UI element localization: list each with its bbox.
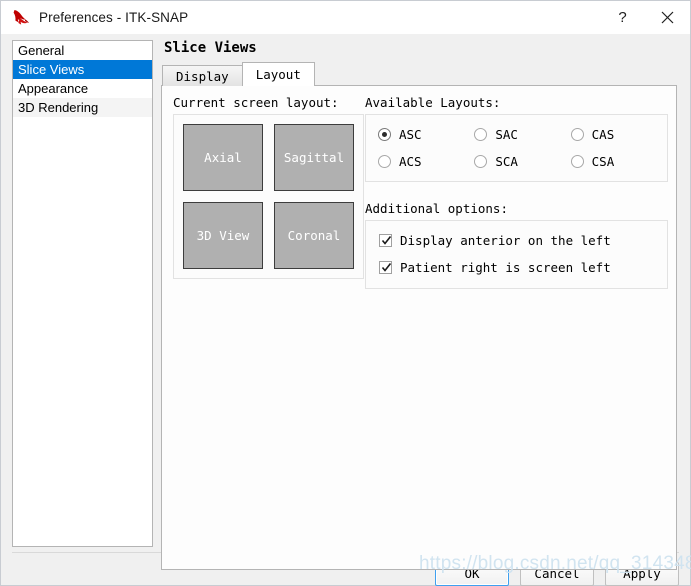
radio-unselected-icon (570, 155, 584, 168)
additional-options-group: Display anterior on the left Patient rig… (365, 220, 668, 289)
radio-sac[interactable]: SAC (474, 127, 570, 142)
current-layout-label: Current screen layout: (173, 95, 339, 110)
tab-display[interactable]: Display (162, 65, 243, 86)
itk-snap-icon (10, 7, 32, 29)
radio-unselected-icon (474, 155, 488, 168)
radio-acs[interactable]: ACS (378, 154, 474, 169)
checkmark-icon (379, 261, 392, 274)
radio-label: ASC (399, 127, 422, 142)
tab-bar: Display Layout (162, 62, 679, 86)
radio-unselected-icon (378, 155, 391, 168)
checkbox-display-anterior-on-left[interactable]: Display anterior on the left (379, 233, 667, 248)
checkbox-label: Display anterior on the left (400, 233, 611, 248)
available-layouts-section: Available Layouts: ASC SAC CAS ACS SCA C… (365, 95, 668, 182)
layout-cell-label: Sagittal (283, 150, 345, 165)
tab-label: Layout (255, 67, 301, 82)
close-icon[interactable] (645, 1, 690, 34)
radio-label: CSA (591, 154, 615, 169)
sidebar-item-label: 3D Rendering (18, 100, 99, 115)
additional-options-section: Additional options: Display anterior on … (365, 201, 668, 289)
help-icon[interactable]: ? (600, 1, 645, 34)
checkmark-icon (379, 234, 392, 247)
window-title: Preferences - ITK-SNAP (39, 10, 189, 25)
radio-csa[interactable]: CSA (570, 154, 667, 169)
layout-radio-group[interactable]: ASC SAC CAS ACS SCA CSA (378, 127, 667, 169)
layout-cell-label: Coronal (287, 228, 341, 243)
current-layout-section: Current screen layout: Axial Sagittal 3D… (173, 95, 364, 279)
radio-label: ACS (399, 154, 422, 169)
additional-options-label: Additional options: (365, 201, 508, 216)
sidebar-item-general[interactable]: General (13, 41, 152, 60)
layout-cell-label: Axial (204, 150, 242, 165)
layout-cell-3d-view[interactable]: 3D View (183, 202, 263, 269)
radio-label: SCA (495, 154, 518, 169)
radio-label: SAC (495, 127, 518, 142)
layout-cell-coronal[interactable]: Coronal (274, 202, 354, 269)
available-layouts-label: Available Layouts: (365, 95, 501, 110)
layout-tab-panel: Current screen layout: Axial Sagittal 3D… (161, 85, 677, 570)
sidebar-item-label: Appearance (18, 81, 89, 96)
radio-unselected-icon (570, 128, 584, 141)
layout-cell-sagittal[interactable]: Sagittal (274, 124, 354, 191)
settings-content: Slice Views Display Layout Current scree… (161, 40, 679, 570)
sidebar-item-3d-rendering[interactable]: 3D Rendering (13, 98, 152, 117)
radio-unselected-icon (474, 128, 488, 141)
layout-cell-label: 3D View (196, 228, 250, 243)
radio-sca[interactable]: SCA (474, 154, 570, 169)
title-bar: Preferences - ITK-SNAP ? (1, 1, 690, 34)
dialog-body: General Slice Views Appearance 3D Render… (1, 34, 690, 586)
layout-cell-axial[interactable]: Axial (183, 124, 263, 191)
tab-layout[interactable]: Layout (241, 62, 315, 86)
radio-label: CAS (591, 127, 615, 142)
sidebar-item-appearance[interactable]: Appearance (13, 79, 152, 98)
checkbox-patient-right-is-screen-left[interactable]: Patient right is screen left (379, 260, 667, 275)
window-controls: ? (600, 1, 690, 34)
checkbox-label: Patient right is screen left (400, 260, 611, 275)
sidebar-item-slice-views[interactable]: Slice Views (13, 60, 152, 79)
radio-asc[interactable]: ASC (378, 127, 474, 142)
settings-category-list[interactable]: General Slice Views Appearance 3D Render… (12, 40, 153, 547)
preferences-dialog: Preferences - ITK-SNAP ? General Slice V… (0, 0, 691, 586)
tab-label: Display (176, 69, 229, 84)
radio-selected-icon (378, 128, 391, 141)
page-title: Slice Views (164, 40, 257, 56)
radio-cas[interactable]: CAS (570, 127, 667, 142)
layout-options-column: Available Layouts: ASC SAC CAS ACS SCA C… (365, 95, 668, 289)
layout-preview-grid: Axial Sagittal 3D View Coronal (173, 114, 364, 279)
sidebar-item-label: General (18, 43, 65, 58)
available-layouts-group: ASC SAC CAS ACS SCA CSA (365, 114, 668, 182)
sidebar-item-label: Slice Views (18, 62, 85, 77)
